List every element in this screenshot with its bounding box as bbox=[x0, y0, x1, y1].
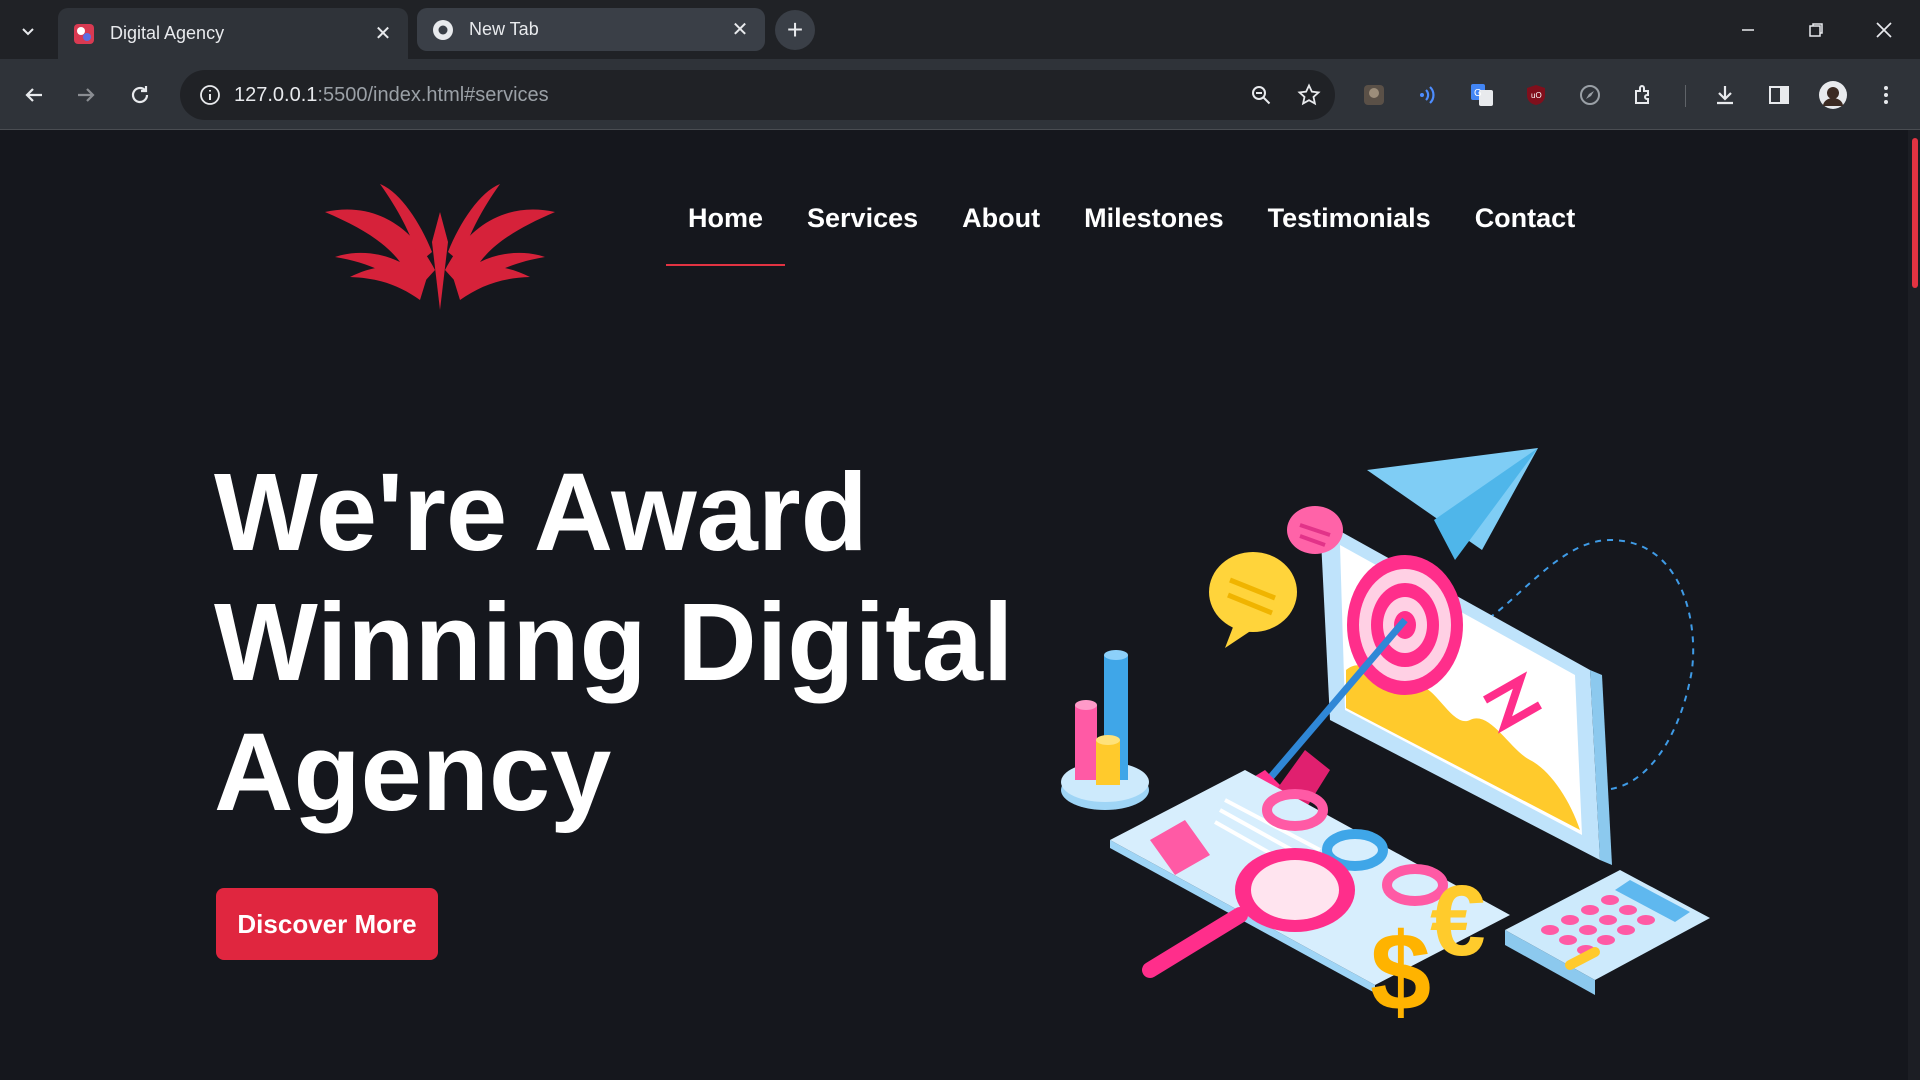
extensions-puzzle-icon[interactable] bbox=[1624, 75, 1664, 115]
restore-icon[interactable] bbox=[1788, 10, 1844, 50]
downloads-icon[interactable] bbox=[1705, 75, 1745, 115]
tab-close-icon[interactable]: ✕ bbox=[727, 17, 753, 43]
nav-milestones[interactable]: Milestones bbox=[1062, 178, 1246, 258]
side-panel-icon[interactable] bbox=[1759, 75, 1799, 115]
chrome-icon bbox=[431, 18, 455, 42]
main-nav: Home Services About Milestones Testimoni… bbox=[666, 178, 1598, 266]
ublock-shield-icon[interactable]: uO bbox=[1516, 75, 1556, 115]
toolbar-divider bbox=[1685, 85, 1686, 107]
browser-toolbar: 127.0.0.1:5500/index.html#services G uO bbox=[0, 59, 1920, 130]
nav-home[interactable]: Home bbox=[666, 178, 786, 266]
paper-plane-icon bbox=[1367, 448, 1538, 560]
web-page: Home Services About Milestones Testimoni… bbox=[0, 130, 1920, 1080]
svg-text:€: € bbox=[1430, 865, 1486, 977]
reload-icon[interactable] bbox=[120, 75, 160, 115]
hero-line-3: Agency bbox=[214, 711, 612, 834]
site-info-icon[interactable] bbox=[192, 77, 228, 113]
svg-text:G: G bbox=[1474, 88, 1482, 99]
url-path: :5500/index.html#services bbox=[317, 83, 549, 106]
profile-avatar-icon[interactable] bbox=[1813, 75, 1853, 115]
url-host: 127.0.0.1 bbox=[234, 83, 318, 106]
zoom-icon[interactable] bbox=[1239, 73, 1283, 117]
bar-chart-graphic bbox=[1061, 650, 1149, 810]
wifi-signal-icon[interactable] bbox=[1408, 75, 1448, 115]
agency-favicon-icon bbox=[72, 22, 96, 46]
nav-services[interactable]: Services bbox=[785, 178, 940, 258]
page-scrollbar[interactable] bbox=[1908, 130, 1920, 1080]
url-text[interactable]: 127.0.0.1:5500/index.html#services bbox=[234, 84, 1239, 107]
nav-contact[interactable]: Contact bbox=[1453, 178, 1598, 258]
calculator-graphic bbox=[1505, 870, 1710, 995]
compass-icon[interactable] bbox=[1570, 75, 1610, 115]
hero-illustration: $ € bbox=[1061, 448, 1710, 1020]
extension-avatar-icon[interactable] bbox=[1354, 75, 1394, 115]
address-bar[interactable]: 127.0.0.1:5500/index.html#services bbox=[180, 70, 1335, 120]
svg-text:$: $ bbox=[1370, 911, 1431, 1020]
tab-title: Digital Agency bbox=[110, 23, 225, 43]
tab-close-icon[interactable]: ✕ bbox=[370, 21, 396, 47]
forward-arrow-icon[interactable] bbox=[66, 75, 106, 115]
more-menu-icon[interactable] bbox=[1866, 75, 1906, 115]
google-translate-icon[interactable]: G bbox=[1462, 75, 1502, 115]
tab-digital-agency[interactable]: Digital Agency ✕ bbox=[58, 8, 408, 59]
hero-heading: We're Award Winning Digital Agency bbox=[214, 448, 1034, 838]
tab-new-tab[interactable]: New Tab ✕ bbox=[417, 8, 765, 51]
hero-line-1: We're Award bbox=[214, 451, 868, 574]
tab-title: New Tab bbox=[469, 19, 539, 39]
hero-line-2: Winning Digital bbox=[214, 581, 1014, 704]
tab-strip: Digital Agency ✕ New Tab ✕ + bbox=[0, 0, 1920, 59]
scrollbar-thumb[interactable] bbox=[1912, 138, 1918, 288]
nav-testimonials[interactable]: Testimonials bbox=[1246, 178, 1453, 258]
new-tab-button[interactable]: + bbox=[775, 10, 815, 50]
window-close-icon[interactable] bbox=[1856, 10, 1912, 50]
discover-more-button[interactable]: Discover More bbox=[216, 888, 438, 960]
nav-about[interactable]: About bbox=[940, 178, 1062, 258]
svg-text:uO: uO bbox=[1531, 91, 1542, 100]
monitor-graphic bbox=[1320, 520, 1612, 865]
bookmark-star-icon[interactable] bbox=[1287, 73, 1331, 117]
tab-search-icon[interactable] bbox=[13, 16, 43, 46]
minimize-icon[interactable] bbox=[1720, 10, 1776, 50]
agency-logo[interactable] bbox=[320, 182, 560, 312]
back-arrow-icon[interactable] bbox=[14, 75, 54, 115]
